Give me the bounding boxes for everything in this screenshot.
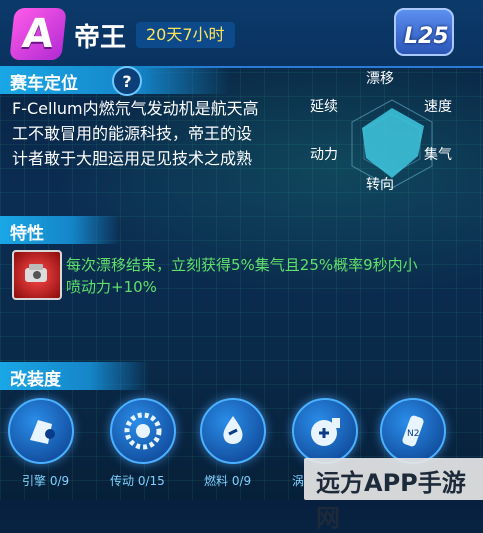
part-turbo-button[interactable]: [288, 398, 358, 464]
grade-badge: A: [9, 8, 67, 60]
part-fuel-label: 燃料 0/9: [204, 474, 252, 488]
part-engine-label: 引擎 0/9: [22, 474, 70, 488]
engine-icon: [8, 398, 74, 464]
car-name: 帝王: [74, 23, 127, 53]
radar-label-drift: 漂移: [366, 71, 394, 87]
part-nitro-button[interactable]: N2: [376, 398, 446, 464]
radar-label-steer: 转向: [366, 177, 394, 193]
radar-label-power: 动力: [310, 147, 338, 163]
radar-label-gas: 集气: [424, 147, 452, 163]
radar-value-shape: [362, 108, 424, 178]
part-transmission-label: 传动 0/15: [110, 474, 165, 488]
part-engine-button[interactable]: [4, 398, 74, 464]
feature-header: 特性: [0, 216, 120, 244]
part-fuel-button[interactable]: [196, 398, 266, 464]
nitro-icon: N2: [380, 398, 446, 464]
level-number: 25: [418, 24, 449, 49]
turbo-icon: [292, 398, 358, 464]
level-value: L25: [404, 24, 449, 49]
gear-icon: [110, 398, 176, 464]
feature-line: 每次漂移结束，立刻获得5%集气且25%概率9秒内小: [66, 256, 418, 274]
part-turbo-label: 涡: [292, 474, 305, 488]
modification-header: 改装度: [0, 362, 150, 390]
part-transmission-button[interactable]: [106, 398, 176, 464]
fuel-icon: [200, 398, 266, 464]
svg-text:N2: N2: [407, 429, 419, 439]
feature-line: 喷动力+10%: [66, 278, 157, 296]
engine-part-icon: [12, 250, 62, 300]
watermark-text: 远方APP手游网: [316, 469, 466, 532]
time-remaining: 20天7小时: [136, 22, 235, 48]
grade-letter: A: [20, 11, 56, 57]
description-line: 工不敢冒用的能源科技，帝王的设: [12, 124, 253, 143]
radar-label-speed: 速度: [424, 99, 452, 115]
radar-label-sustain: 延续: [310, 99, 338, 115]
description-line: F-Cellum内燃氘气发动机是航天高: [12, 99, 259, 118]
help-button[interactable]: ?: [112, 66, 142, 96]
description-line: 计者敢于大胆运用足见技术之成熟: [12, 149, 253, 168]
feature-description: 每次漂移结束，立刻获得5%集气且25%概率9秒内小 喷动力+10%: [66, 254, 476, 298]
feature-title: 特性: [10, 224, 44, 244]
modification-title: 改装度: [10, 370, 61, 390]
positioning-title: 赛车定位: [10, 74, 78, 94]
positioning-description: F-Cellum内燃氘气发动机是航天高 工不敢冒用的能源科技，帝王的设 计者敢于…: [12, 96, 302, 171]
